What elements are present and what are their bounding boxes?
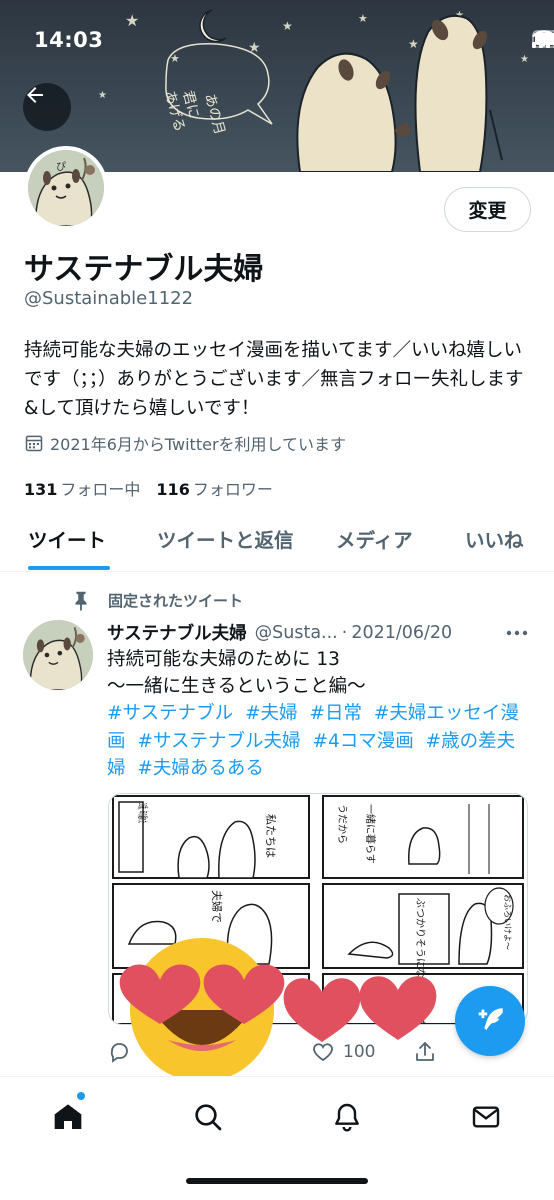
comic-text-5: 一緒に暮らす <box>364 804 377 864</box>
tweet-date[interactable]: 2021/06/20 <box>351 623 452 643</box>
svg-text:★: ★ <box>125 11 139 30</box>
profile-avatar[interactable]: ぴ <box>24 146 108 230</box>
tweet-author-handle[interactable]: @Susta... <box>255 623 338 643</box>
avatar-illustration: ぴ <box>28 150 104 226</box>
like-action[interactable]: 100 <box>311 1040 375 1064</box>
tab-likes[interactable]: いいね <box>465 524 524 553</box>
hashtag[interactable]: #サステナブル <box>107 703 233 724</box>
tab-media[interactable]: メディア <box>336 524 413 553</box>
comic-text-4: うだから <box>336 804 348 844</box>
tweet-avatar-illustration <box>23 620 93 690</box>
tweet-text-line: 持続可能な夫婦のために 13 <box>107 649 340 670</box>
comic-text-3: 夫婦で <box>210 890 224 923</box>
join-date-text: 2021年6月からTwitterを利用しています <box>50 435 347 454</box>
svg-text:★: ★ <box>358 12 368 25</box>
profile-tabs: ツイート ツイートと返信 メディア いいね <box>0 514 554 572</box>
more-icon[interactable] <box>504 623 530 643</box>
notification-dot-icon <box>77 1092 85 1100</box>
compose-icon <box>478 1008 503 1031</box>
svg-text:★: ★ <box>282 19 293 33</box>
display-name: サステナブル夫婦 <box>24 252 264 287</box>
comic-image: 18歳、年の離れた 私たちは 夫婦で うだから 一緒に暮らす ぶつかりそうになる… <box>109 794 527 1025</box>
follow-stats: 131 フォロー中 116 フォロワー <box>24 476 273 500</box>
reply-icon <box>110 1043 128 1063</box>
home-indicator[interactable] <box>186 1178 368 1184</box>
home-icon <box>54 1104 82 1129</box>
share-action[interactable] <box>413 1040 437 1064</box>
profile-bio: 持続可能な夫婦のエッセイ漫画を描いてます／いいね嬉しいです（；；）ありがとうござ… <box>24 340 524 419</box>
hashtag[interactable]: #4コマ漫画 <box>312 731 413 752</box>
hashtag[interactable]: #夫婦あるある <box>137 758 264 779</box>
hashtag[interactable]: #日常 <box>309 703 362 724</box>
back-button[interactable] <box>23 83 71 131</box>
tweet-author-name[interactable]: サステナブル夫婦 <box>107 620 247 645</box>
battery-icon <box>532 30 554 48</box>
pinned-indicator: 固定されたツイート <box>70 589 243 611</box>
reply-action[interactable] <box>107 1040 131 1064</box>
status-time: 14:03 <box>34 28 104 52</box>
svg-text:ぴ: ぴ <box>56 161 66 173</box>
profile-banner[interactable]: ★ ★ ★ ★ ★ ★ ★ ★ ★ ★ あの月 君に あげる 14:03 <box>0 0 554 172</box>
notifications-icon <box>335 1103 359 1132</box>
followers-count: 116 <box>156 480 190 499</box>
compose-tweet-button[interactable] <box>455 986 525 1056</box>
like-icon <box>313 1043 333 1062</box>
tweet-text-line: 〜一緒に生きるということ編〜 <box>107 676 366 697</box>
like-count: 100 <box>343 1042 376 1062</box>
messages-icon <box>472 1106 500 1128</box>
hashtag[interactable]: #夫婦 <box>245 703 298 724</box>
tweet-header: サステナブル夫婦 @Susta... · 2021/06/20 <box>107 620 537 645</box>
pinned-label: 固定されたツイート <box>108 591 244 610</box>
hashtag[interactable]: #サステナブル夫婦 <box>137 731 300 752</box>
svg-text:★: ★ <box>520 54 529 65</box>
tweet-avatar[interactable] <box>23 620 93 690</box>
comic-text-2: 私たちは <box>264 814 277 858</box>
join-date: 2021年6月からTwitterを利用しています <box>24 431 346 455</box>
following-link[interactable]: 131 フォロー中 <box>24 476 140 500</box>
comic-text-1: 18歳、年の離れた <box>136 803 150 823</box>
comic-text-6: ぶつかりそうになることもある <box>414 898 426 1025</box>
tweet-text: 持続可能な夫婦のために 13 〜一緒に生きるということ編〜 <box>107 646 527 700</box>
following-count: 131 <box>24 480 58 499</box>
nav-notifications[interactable] <box>327 1097 367 1137</box>
svg-text:★: ★ <box>408 37 419 51</box>
banner-speech-text-1: あの月 <box>201 92 227 137</box>
calendar-icon <box>25 435 43 452</box>
nav-messages[interactable] <box>466 1097 506 1137</box>
tweet-media-comic[interactable]: 18歳、年の離れた 私たちは 夫婦で うだから 一緒に暮らす ぶつかりそうになる… <box>108 793 528 1025</box>
tweet-hashtags: #サステナブル #夫婦 #日常 #夫婦エッセイ漫画 #サステナブル夫婦 #4コマ… <box>107 700 527 783</box>
svg-text:★: ★ <box>98 90 107 101</box>
followers-link[interactable]: 116 フォロワー <box>156 476 272 500</box>
tab-tweets[interactable]: ツイート <box>28 524 106 553</box>
banner-illustration: ★ ★ ★ ★ ★ ★ ★ ★ ★ ★ あの月 君に あげる <box>98 9 529 172</box>
tweet-actions: 100 <box>107 1040 437 1066</box>
following-label: フォロー中 <box>60 480 141 499</box>
search-icon <box>195 1104 222 1131</box>
comic-text-7: おふろいけよ〜 <box>503 894 512 950</box>
tweet-separator: · <box>341 622 348 643</box>
profile-handle: @Sustainable1122 <box>24 288 194 309</box>
nav-search[interactable] <box>188 1097 228 1137</box>
tab-tweets-and-replies[interactable]: ツイートと返信 <box>157 524 294 553</box>
followers-label: フォロワー <box>192 480 273 499</box>
share-icon <box>416 1042 434 1061</box>
nav-home[interactable] <box>48 1092 88 1137</box>
active-tab-indicator <box>28 566 110 570</box>
avatar: ぴ <box>28 150 104 226</box>
back-arrow-icon <box>27 87 43 103</box>
pin-icon <box>75 591 87 611</box>
edit-profile-button[interactable]: 変更 <box>444 187 531 232</box>
